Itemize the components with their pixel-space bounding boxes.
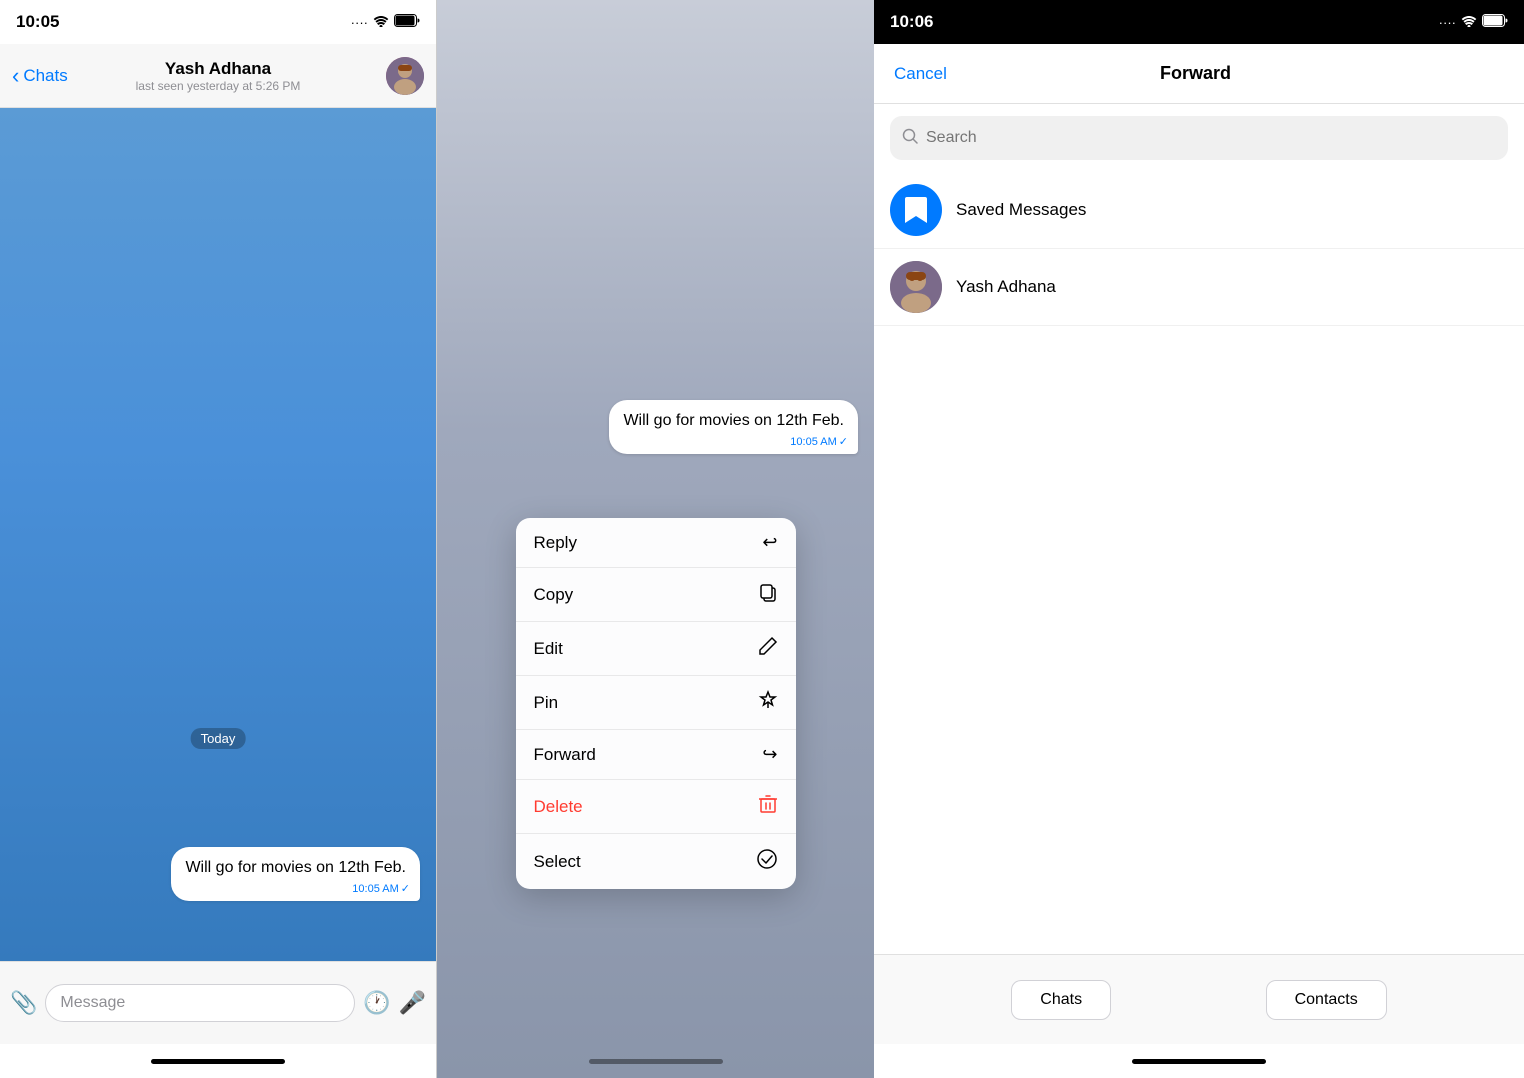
battery-icon (394, 14, 420, 30)
nav-bar: ‹ Chats Yash Adhana last seen yesterday … (0, 44, 436, 108)
contact-item-saved[interactable]: Saved Messages (874, 172, 1524, 249)
panel-forward: 10:06 ···· Cancel Forward (874, 0, 1524, 1078)
message-input[interactable]: Message (45, 984, 355, 1022)
select-icon (756, 848, 778, 875)
home-indicator-context (437, 1044, 874, 1078)
context-message-bubble: Will go for movies on 12th Feb. 10:05 AM… (609, 400, 858, 454)
check-icon: ✓ (401, 882, 410, 895)
wifi-icon (373, 15, 389, 30)
saved-messages-label: Saved Messages (956, 200, 1086, 220)
forward-icon: ↪ (762, 744, 777, 765)
home-bar-context (589, 1059, 723, 1064)
status-icons: ···· (351, 14, 420, 30)
context-message-time: 10:05 AM (790, 436, 836, 448)
nav-center: Yash Adhana last seen yesterday at 5:26 … (136, 59, 301, 93)
edit-icon (758, 636, 778, 661)
search-icon (902, 128, 918, 149)
forward-home-indicator (874, 1044, 1524, 1078)
contact-item-yash[interactable]: Yash Adhana (874, 249, 1524, 326)
menu-select-label: Select (534, 852, 581, 872)
forward-status-icons: ···· (1439, 14, 1508, 30)
menu-copy-label: Copy (534, 585, 574, 605)
voice-icon[interactable]: 🎤 (399, 990, 426, 1016)
status-bar: 10:05 ···· (0, 0, 436, 44)
avatar-image (386, 57, 424, 95)
home-indicator (0, 1044, 436, 1078)
forward-signal-icon: ···· (1439, 15, 1456, 30)
saved-messages-avatar (890, 184, 942, 236)
panel-context: Will go for movies on 12th Feb. 10:05 AM… (437, 0, 874, 1078)
message-time: 10:05 AM (352, 883, 398, 895)
contact-status: last seen yesterday at 5:26 PM (136, 79, 301, 93)
forward-nav: Cancel Forward (874, 44, 1524, 104)
menu-item-edit[interactable]: Edit (516, 622, 796, 676)
forward-status-bar: 10:06 ···· (874, 0, 1524, 44)
menu-item-copy[interactable]: Copy (516, 568, 796, 622)
message-text: Will go for movies on 12th Feb. (185, 859, 406, 876)
copy-icon (758, 582, 778, 607)
delete-icon (758, 794, 778, 819)
forward-search-bar[interactable] (890, 116, 1508, 160)
menu-forward-label: Forward (534, 745, 596, 765)
cancel-button[interactable]: Cancel (894, 64, 947, 84)
context-message-meta: 10:05 AM ✓ (790, 435, 848, 448)
sticker-icon[interactable]: 🕐 (363, 990, 390, 1016)
context-check-icon: ✓ (839, 435, 848, 448)
forward-wifi-icon (1461, 15, 1477, 30)
menu-delete-label: Delete (534, 797, 583, 817)
panel-chat: 10:05 ···· ‹ Cha (0, 0, 437, 1078)
menu-edit-label: Edit (534, 639, 563, 659)
input-placeholder: Message (60, 994, 125, 1012)
yash-avatar (890, 261, 942, 313)
reply-icon: ↩ (762, 532, 777, 553)
yash-name-label: Yash Adhana (956, 277, 1056, 297)
context-menu: Reply ↩ Copy Edit Pin (516, 518, 796, 889)
attachment-icon[interactable]: 📎 (10, 990, 37, 1016)
message-meta: 10:05 AM ✓ (352, 882, 410, 895)
avatar[interactable] (386, 57, 424, 95)
input-bar: 📎 Message 🕐 🎤 (0, 961, 436, 1044)
forward-home-bar (1132, 1059, 1266, 1064)
menu-item-delete[interactable]: Delete (516, 780, 796, 834)
message-bubble[interactable]: Will go for movies on 12th Feb. 10:05 AM… (171, 847, 420, 901)
pin-icon (758, 690, 778, 715)
back-label[interactable]: Chats (23, 66, 67, 86)
menu-item-pin[interactable]: Pin (516, 676, 796, 730)
status-time: 10:05 (16, 12, 59, 32)
tab-chats[interactable]: Chats (1011, 980, 1111, 1020)
menu-item-reply[interactable]: Reply ↩ (516, 518, 796, 568)
tab-contacts[interactable]: Contacts (1266, 980, 1387, 1020)
contact-name[interactable]: Yash Adhana (136, 59, 301, 79)
search-input[interactable] (926, 129, 1496, 147)
forward-title: Forward (1160, 63, 1231, 84)
chat-background: Today Will go for movies on 12th Feb. 10… (0, 108, 436, 961)
menu-reply-label: Reply (534, 533, 577, 553)
forward-status-time: 10:06 (890, 12, 933, 32)
menu-item-forward[interactable]: Forward ↪ (516, 730, 796, 780)
date-label: Today (191, 728, 246, 749)
home-bar (151, 1059, 285, 1064)
menu-item-select[interactable]: Select (516, 834, 796, 889)
signal-icon: ···· (351, 15, 368, 30)
chevron-left-icon: ‹ (12, 63, 19, 89)
forward-bottom-tabs: Chats Contacts (874, 954, 1524, 1044)
forward-battery-icon (1482, 14, 1508, 30)
back-button[interactable]: ‹ Chats (12, 63, 68, 89)
menu-pin-label: Pin (534, 693, 559, 713)
context-message-text: Will go for movies on 12th Feb. (623, 412, 844, 429)
contacts-list: Saved Messages Yash Adhana (874, 172, 1524, 954)
